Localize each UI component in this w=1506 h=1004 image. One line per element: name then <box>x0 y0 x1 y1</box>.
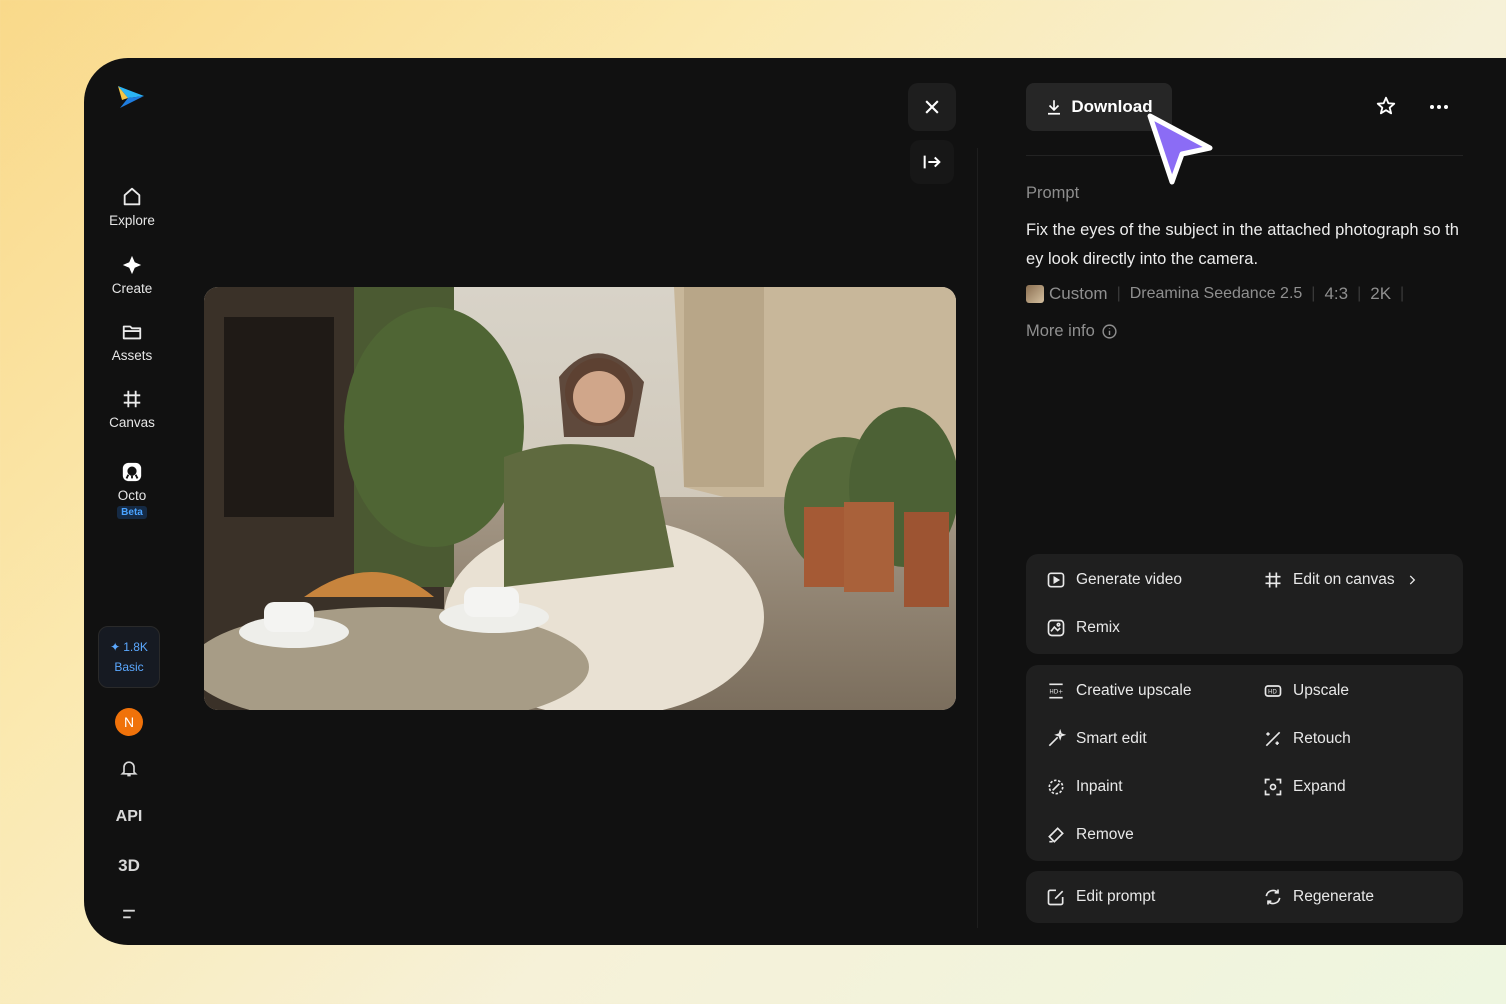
svg-text:HD: HD <box>1268 690 1277 696</box>
smart-edit-label: Smart edit <box>1076 730 1147 747</box>
api-link[interactable]: API <box>109 808 149 826</box>
home-icon <box>123 187 141 206</box>
inpaint-icon <box>1048 779 1064 795</box>
sidebar-item-octo[interactable]: Octo Beta <box>92 461 172 519</box>
edit-on-canvas-button[interactable]: Edit on canvas <box>1263 570 1419 590</box>
sidebar-item-explore[interactable]: Explore <box>92 186 172 228</box>
creative-upscale-icon: HD+ <box>1049 683 1063 699</box>
remix-button[interactable]: Remix <box>1046 618 1120 638</box>
sidebar: Explore Create Assets Canvas Octo Beta ✦… <box>84 58 180 945</box>
chevron-right-icon <box>1409 575 1415 585</box>
regenerate-label: Regenerate <box>1293 888 1375 905</box>
generate-video-button[interactable]: Generate video <box>1046 570 1182 590</box>
creative-upscale-label: Creative upscale <box>1076 682 1192 699</box>
retouch-label: Retouch <box>1293 730 1351 747</box>
app-window: Explore Create Assets Canvas Octo Beta ✦… <box>84 58 1506 945</box>
mouse-pointer-icon <box>1147 113 1213 185</box>
edit-prompt-button[interactable]: Edit prompt <box>1046 887 1155 907</box>
action-card-edit: HD+ Creative upscale HD Upscale Smart ed… <box>1026 665 1463 861</box>
canvas-grid-icon <box>1265 572 1281 588</box>
menu-icon[interactable] <box>109 904 149 929</box>
remix-icon <box>1047 619 1065 637</box>
sidebar-item-label: Canvas <box>109 415 155 430</box>
canvas-grid-icon <box>123 390 141 408</box>
bell-icon[interactable] <box>109 758 149 783</box>
star-icon[interactable] <box>1375 95 1397 117</box>
sparkle-icon: ✦ <box>110 640 121 654</box>
panel-divider <box>977 148 978 928</box>
folder-icon <box>122 325 142 340</box>
meta-custom: Custom <box>1049 284 1108 303</box>
creative-upscale-button[interactable]: HD+ Creative upscale <box>1046 681 1191 701</box>
generated-image[interactable] <box>204 287 956 710</box>
meta-separator: | <box>1400 285 1405 302</box>
action-card-create: Generate video Edit on canvas Remix <box>1026 554 1463 654</box>
sidebar-item-label: Octo <box>117 488 147 503</box>
close-icon <box>925 100 939 114</box>
credits-amount: 1.8K <box>123 640 148 654</box>
remix-label: Remix <box>1076 619 1120 636</box>
arrow-to-right-icon <box>923 155 941 169</box>
3d-link[interactable]: 3D <box>109 856 149 876</box>
regenerate-icon <box>1265 889 1281 905</box>
meta-ratio: 4:3 <box>1324 284 1349 303</box>
download-icon <box>1048 100 1061 115</box>
expand-button[interactable]: Expand <box>1263 777 1346 797</box>
sidebar-item-label: Explore <box>109 213 155 228</box>
sidebar-item-label: Assets <box>111 348 153 363</box>
retouch-button[interactable]: Retouch <box>1263 729 1351 749</box>
upscale-button[interactable]: HD Upscale <box>1263 681 1349 701</box>
eraser-icon <box>1048 827 1064 843</box>
expand-icon <box>1264 778 1282 796</box>
prompt-text: Fix the eyes of the subject in the attac… <box>1026 221 1459 268</box>
octo-icon <box>122 462 142 482</box>
meta-separator: | <box>1116 285 1121 302</box>
remove-label: Remove <box>1076 826 1134 843</box>
meta-separator: | <box>1357 285 1362 302</box>
more-options-icon[interactable] <box>1427 95 1451 119</box>
svg-text:HD+: HD+ <box>1049 690 1063 696</box>
more-info-link[interactable]: More info <box>1026 322 1118 341</box>
more-info-label: More info <box>1026 322 1095 340</box>
sidebar-item-canvas[interactable]: Canvas <box>92 388 172 430</box>
close-button[interactable] <box>908 83 956 131</box>
remove-button[interactable]: Remove <box>1046 825 1134 845</box>
header-divider <box>1026 155 1463 156</box>
magic-pen-icon <box>1048 729 1066 747</box>
download-label: Download <box>1071 97 1153 116</box>
info-icon <box>1102 324 1117 339</box>
app-logo[interactable] <box>114 82 146 114</box>
inpaint-label: Inpaint <box>1076 778 1123 795</box>
hd-icon: HD <box>1264 685 1282 697</box>
generation-meta: Custom | Dreamina Seedance 2.5 | 4:3 | 2… <box>1026 284 1404 304</box>
beta-badge: Beta <box>117 506 147 519</box>
meta-separator: | <box>1311 285 1316 302</box>
generate-video-label: Generate video <box>1076 571 1182 588</box>
credits-widget[interactable]: ✦ 1.8K Basic <box>98 626 160 688</box>
smart-edit-button[interactable]: Smart edit <box>1046 729 1147 749</box>
edit-prompt-label: Edit prompt <box>1076 888 1156 905</box>
meta-resolution: 2K <box>1370 284 1392 303</box>
sparkle-icon <box>122 255 142 275</box>
edit-on-canvas-label: Edit on canvas <box>1293 571 1395 588</box>
edit-prompt-icon <box>1047 889 1064 906</box>
sidebar-item-assets[interactable]: Assets <box>92 321 172 363</box>
plan-label: Basic <box>114 660 144 674</box>
regenerate-button[interactable]: Regenerate <box>1263 887 1374 907</box>
upscale-label: Upscale <box>1293 682 1349 699</box>
sidebar-item-label: Create <box>111 281 153 296</box>
meta-model: Dreamina Seedance 2.5 <box>1129 285 1303 302</box>
sidebar-item-create[interactable]: Create <box>92 254 172 296</box>
custom-thumbnail <box>1026 285 1044 303</box>
prompt-label: Prompt <box>1026 184 1080 202</box>
collapse-panel-button[interactable] <box>910 140 954 184</box>
action-card-prompt: Edit prompt Regenerate <box>1026 871 1463 923</box>
retouch-wand-icon <box>1265 731 1281 747</box>
avatar[interactable]: N <box>115 708 143 736</box>
expand-label: Expand <box>1293 778 1346 795</box>
inpaint-button[interactable]: Inpaint <box>1046 777 1123 797</box>
video-play-icon <box>1047 572 1065 588</box>
